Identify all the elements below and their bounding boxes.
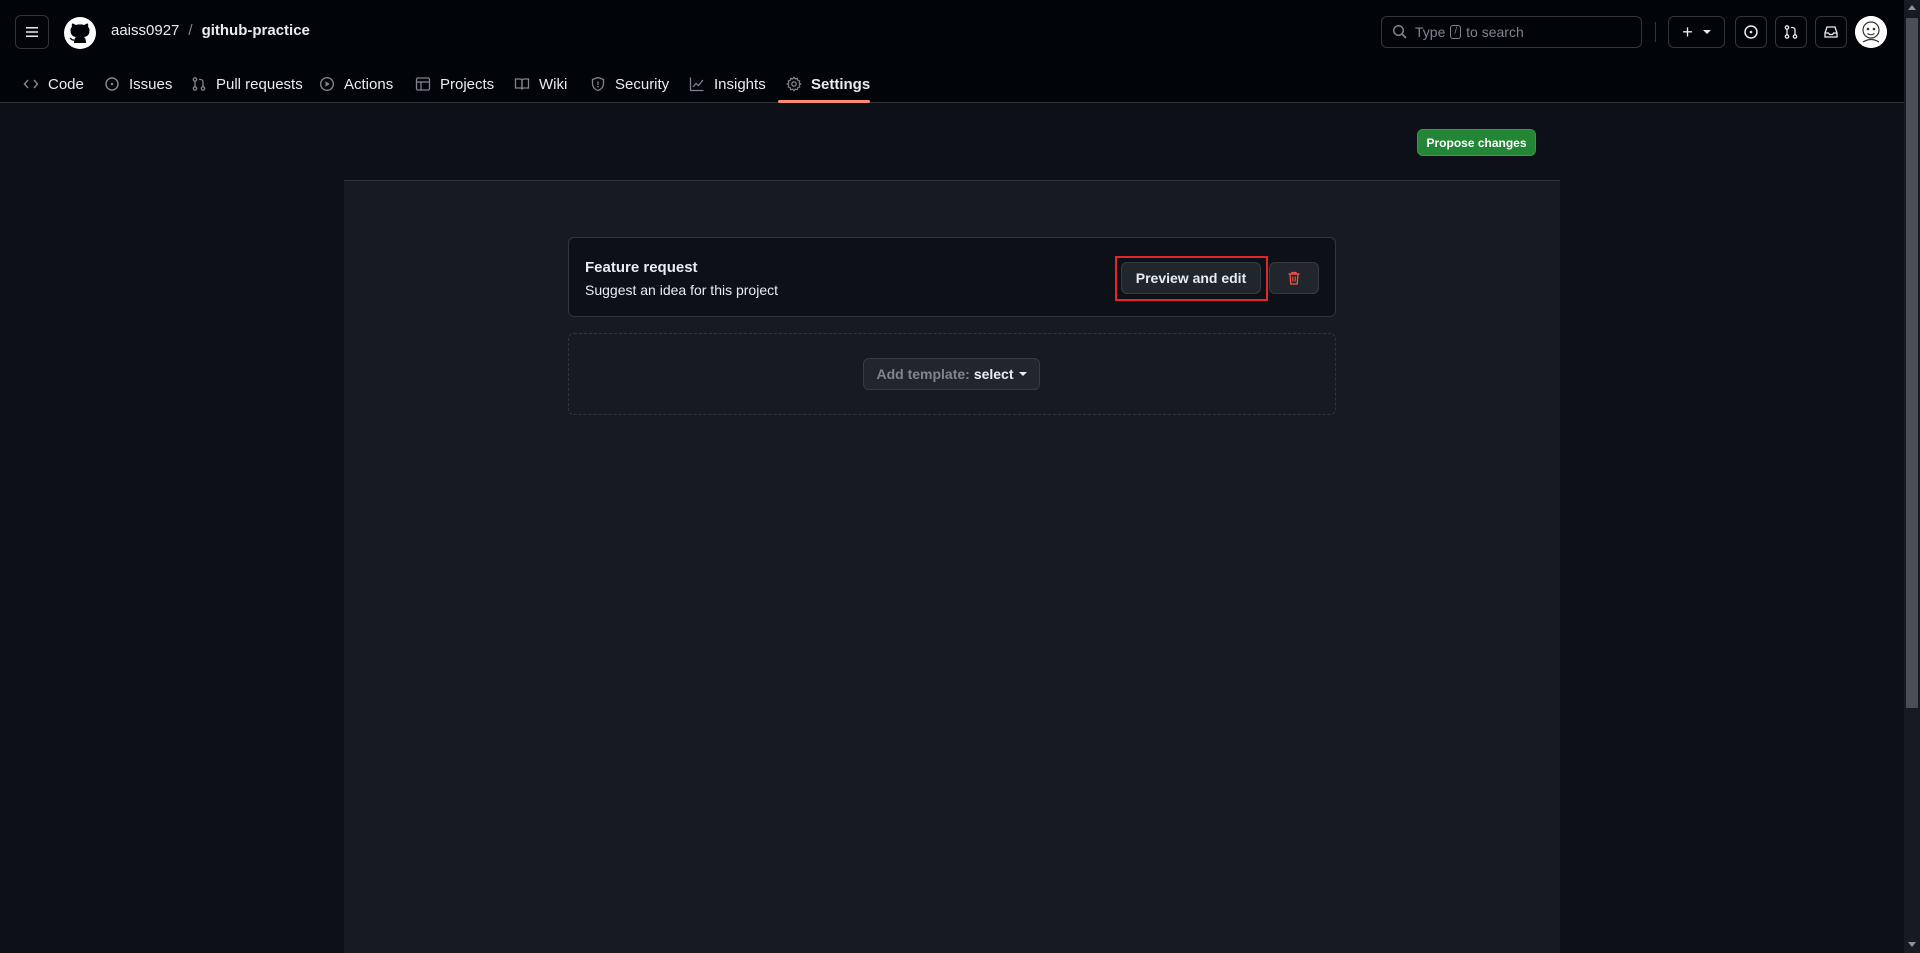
template-title: Feature request [585,259,698,276]
book-icon [514,78,530,90]
tab-projects[interactable]: Projects [415,65,494,103]
graph-icon [689,77,704,92]
breadcrumb: aaiss0927 / github-practice [111,22,310,39]
header-divider [1655,22,1656,42]
tab-wiki[interactable]: Wiki [514,65,567,103]
avatar-image-icon [1855,16,1887,48]
search-placeholder-before: Type [1415,24,1446,40]
menu-button[interactable] [15,15,49,49]
inbox-button[interactable] [1815,16,1847,48]
plus-icon: + [1682,21,1693,42]
preview-and-edit-button[interactable]: Preview and edit [1121,262,1261,294]
tab-label: Issues [129,75,173,93]
create-new-button[interactable]: + [1668,16,1725,48]
tab-label: Wiki [539,75,568,93]
trash-icon [1288,271,1300,285]
issues-button[interactable] [1735,16,1767,48]
tab-insights[interactable]: Insights [689,65,766,103]
search-placeholder-after: to search [1466,24,1524,40]
tab-label: Settings [811,75,871,93]
triangle-down-icon [1702,30,1711,34]
scroll-down-arrow-icon[interactable] [1908,942,1916,947]
tab-label: Security [615,75,670,93]
search-shortcut-key: / [1450,25,1462,39]
tab-label: Pull requests [216,75,303,93]
owner-link[interactable]: aaiss0927 [111,22,179,39]
pull-requests-button[interactable] [1775,16,1807,48]
inbox-icon [1824,26,1838,38]
tab-label: Actions [344,75,394,93]
tab-pull-requests[interactable]: Pull requests [191,65,303,103]
tab-settings[interactable]: Settings [786,65,870,103]
global-header: aaiss0927 / github-practice Type / to sear… [0,0,1920,103]
issue-opened-icon [105,77,119,91]
active-tab-indicator [778,100,870,103]
scroll-up-arrow-icon[interactable] [1908,5,1916,10]
git-pull-request-icon [1784,25,1798,39]
add-template-select[interactable]: Add template: select [863,358,1040,390]
shield-icon [591,76,605,92]
table-icon [415,77,431,91]
play-icon [319,76,335,92]
template-description: Suggest an idea for this project [585,282,779,298]
gear-icon [786,76,802,92]
search-icon [1392,24,1407,39]
tab-label: Projects [440,75,495,93]
add-template-label: Add template: [876,366,970,382]
tab-security[interactable]: Security [590,65,669,103]
tab-label: Code [48,75,84,93]
issue-opened-icon [1744,25,1758,39]
tab-label: Insights [714,75,766,93]
git-pull-request-icon [192,77,206,91]
hamburger-icon [26,27,38,37]
code-icon [23,79,39,89]
delete-template-button[interactable] [1269,262,1319,294]
add-template-value: select [973,366,1014,382]
user-avatar[interactable] [1855,16,1887,48]
tab-issues[interactable]: Issues [104,65,172,103]
triangle-down-icon [1018,372,1027,376]
scrollbar-thumb[interactable] [1906,18,1918,708]
search-input[interactable]: Type / to search [1381,16,1642,48]
tab-code[interactable]: Code [23,65,84,103]
tab-actions[interactable]: Actions [319,65,393,103]
repo-link[interactable]: github-practice [202,22,310,39]
breadcrumb-separator: / [188,22,193,39]
propose-changes-button[interactable]: Propose changes [1417,129,1536,156]
github-logo-icon[interactable] [63,16,97,50]
